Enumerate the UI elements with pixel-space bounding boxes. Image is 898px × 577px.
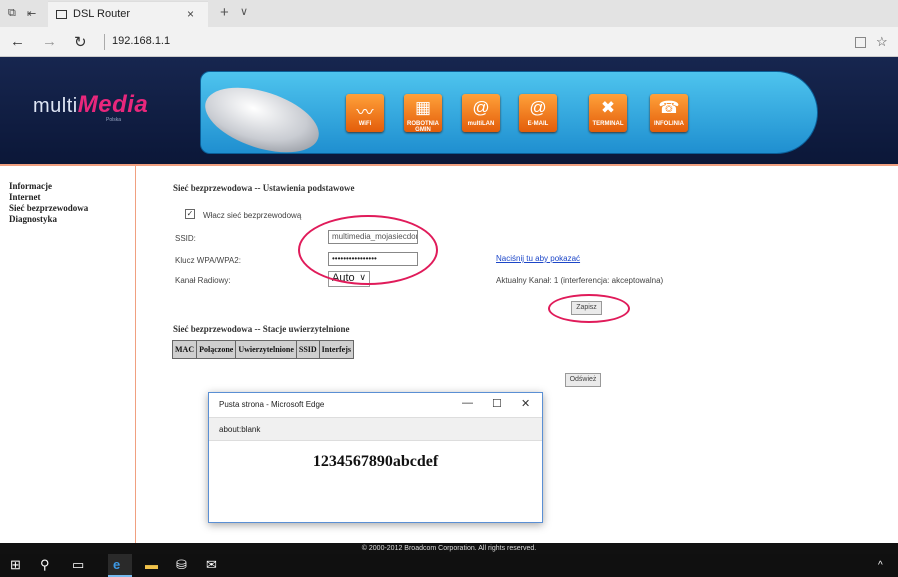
stations-table: MAC Połączone Uwierzytelnione SSID Inter… — [171, 340, 355, 359]
new-tab-icon[interactable]: + — [220, 4, 229, 21]
tab-preview-icon[interactable]: ⧉ — [8, 7, 16, 20]
page-icon — [56, 10, 67, 19]
col-authenticated: Uwierzytelnione — [235, 340, 297, 359]
email-icon[interactable]: @ E-MAIL — [519, 94, 557, 132]
edge-icon[interactable]: e — [113, 557, 120, 572]
stations-title: Sieć bezprzewodowa -- Stacje uwierzyteln… — [173, 324, 350, 334]
file-explorer-icon[interactable]: ▬ — [145, 557, 158, 572]
sidebar-nav: Informacje Internet Sieć bezprzewodowa D… — [0, 164, 136, 544]
tools-icon[interactable]: ✖ TERMINAL — [589, 94, 627, 132]
page-header: multiMedia Polska 〰 WiFi ▦ ROBOTNIA GMIN @… — [0, 57, 898, 165]
edge-popup-window: Pusta strona - Microsoft Edge — ☐ ✕ abou… — [208, 392, 543, 523]
address-bar: ← → ↻ 192.168.1.1 ☆ — [0, 27, 898, 57]
show-key-link[interactable]: Naciśnij tu aby pokazać — [496, 254, 580, 263]
col-connected: Połączone — [196, 340, 237, 359]
maximize-icon[interactable]: ☐ — [492, 397, 502, 410]
tab-title: DSL Router — [73, 8, 131, 20]
basic-settings-title: Sieć bezprzewodowa -- Ustawienia podstaw… — [173, 183, 355, 193]
popup-body-text: 1234567890abcdef — [312, 453, 439, 470]
reading-view-icon[interactable] — [855, 37, 866, 48]
task-view-icon[interactable]: ▭ — [72, 557, 84, 573]
screen: ⧉ ⇤ DSL Router × + ∨ ← → ↻ 192.168.1.1 ☆… — [0, 0, 898, 577]
col-mac: MAC — [171, 340, 198, 359]
wpa-key-label: Klucz WPA/WPA2: — [175, 256, 241, 265]
tab-menu-icon[interactable]: ∨ — [240, 5, 248, 18]
forward-icon[interactable]: → — [42, 33, 57, 50]
logo-subtitle: Polska — [106, 117, 122, 123]
favorite-star-icon[interactable]: ☆ — [876, 34, 888, 50]
popup-url[interactable]: about:blank — [219, 425, 260, 434]
page-footer: © 2000-2012 Broadcom Corporation. All ri… — [0, 543, 898, 554]
sidebar-item-wireless[interactable]: Sieć bezprzewodowa — [9, 203, 88, 213]
at-icon[interactable]: @ multiLAN — [462, 94, 500, 132]
sidebar-item-internet[interactable]: Internet — [9, 192, 41, 202]
popup-address-bar: about:blank — [209, 417, 542, 441]
browser-tab-bar: ⧉ ⇤ DSL Router × + ∨ — [0, 0, 898, 27]
windows-taskbar: ⊞ ⚲ ▭ e ▬ ⛁ ✉ ^ — [0, 554, 898, 577]
sidebar-item-informacje[interactable]: Informacje — [9, 181, 52, 191]
sidebar-item-diagnostyka[interactable]: Diagnostyka — [9, 214, 57, 224]
highlight-ring-save — [548, 294, 630, 323]
store-icon[interactable]: ⛁ — [176, 557, 187, 573]
url-field[interactable]: 192.168.1.1 — [112, 35, 170, 47]
back-icon[interactable]: ← — [10, 33, 25, 50]
enable-wireless-checkbox[interactable]: ✓ — [185, 209, 195, 219]
multimedia-logo: multiMedia — [33, 91, 149, 118]
tray-chevron-icon[interactable]: ^ — [878, 560, 883, 571]
popup-title: Pusta strona - Microsoft Edge — [219, 400, 325, 409]
close-icon[interactable]: ✕ — [521, 397, 530, 410]
current-channel-text: Aktualny Kanał: 1 (interferencja: akcept… — [496, 276, 664, 285]
refresh-icon[interactable]: ↻ — [74, 33, 87, 51]
start-icon[interactable]: ⊞ — [10, 557, 21, 573]
set-aside-tabs-icon[interactable]: ⇤ — [27, 7, 36, 20]
minimize-icon[interactable]: — — [462, 397, 473, 409]
ssid-label: SSID: — [175, 234, 196, 243]
address-separator — [104, 34, 105, 50]
channel-label: Kanał Radiowy: — [175, 276, 231, 285]
refresh-button[interactable]: Odśwież — [565, 373, 601, 387]
highlight-ring-credentials — [298, 215, 438, 285]
search-icon[interactable]: ⚲ — [40, 557, 50, 573]
enable-wireless-label: Włacz sieć bezprzewodową — [203, 211, 302, 220]
building-icon[interactable]: ▦ ROBOTNIA GMIN — [404, 94, 442, 133]
tab-dsl-router[interactable]: DSL Router × — [48, 1, 208, 27]
mail-icon[interactable]: ✉ — [206, 557, 217, 573]
col-ssid: SSID — [295, 340, 320, 359]
tab-close-icon[interactable]: × — [187, 7, 194, 21]
popup-titlebar[interactable]: Pusta strona - Microsoft Edge — ☐ ✕ — [209, 393, 542, 417]
col-interface: Interfejs — [318, 340, 355, 359]
wifi-icon[interactable]: 〰 WiFi — [346, 94, 384, 132]
phone-icon[interactable]: ☎ INFOLINIA — [650, 94, 688, 132]
table-header-row: MAC Połączone Uwierzytelnione SSID Inter… — [171, 340, 355, 359]
